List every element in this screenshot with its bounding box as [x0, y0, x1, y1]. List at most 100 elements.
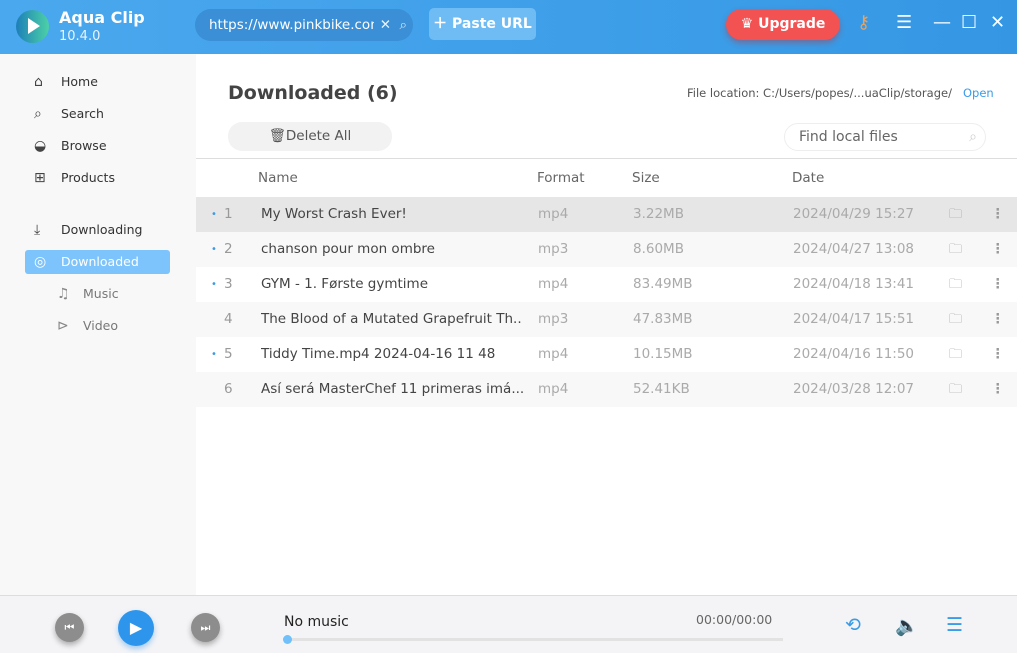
- search-icon[interactable]: ⌕: [969, 124, 977, 150]
- upgrade-button[interactable]: ♛ Upgrade: [726, 9, 840, 40]
- sidebar-item-products[interactable]: ⊞ Products: [25, 166, 170, 190]
- cell-date: 2024/04/16 11:50: [793, 346, 915, 362]
- volume-icon[interactable]: 🔈: [895, 614, 919, 637]
- globe-icon: ◒: [34, 138, 47, 154]
- column-header-format[interactable]: Format: [537, 170, 585, 186]
- nav-label: Products: [61, 170, 115, 185]
- progress-handle[interactable]: [283, 635, 292, 644]
- nav-label: Search: [61, 106, 104, 121]
- folder-icon[interactable]: 🗀: [949, 267, 962, 302]
- table-row[interactable]: • 3 GYM - 1. Første gymtime mp4 83.49MB 2024/…: [196, 267, 1017, 302]
- url-value[interactable]: https://www.pinkbike.com: [209, 9, 374, 41]
- search-icon: ⌕: [34, 106, 42, 122]
- more-icon[interactable]: ⋮: [991, 302, 1005, 337]
- clear-icon[interactable]: ✕: [380, 9, 391, 41]
- repeat-icon[interactable]: ⟲: [845, 614, 861, 636]
- column-header-date[interactable]: Date: [792, 170, 824, 186]
- nav-label: Home: [61, 74, 98, 89]
- url-input[interactable]: https://www.pinkbike.com ✕ ⌕: [195, 9, 413, 41]
- paste-url-button[interactable]: ＋ Paste URL: [429, 8, 536, 40]
- more-icon[interactable]: ⋮: [991, 337, 1005, 372]
- folder-icon[interactable]: 🗀: [949, 372, 962, 407]
- nav-label: Video: [83, 318, 119, 333]
- maximize-icon[interactable]: ☐: [961, 12, 977, 33]
- find-local-files-input[interactable]: Find local files ⌕: [784, 123, 986, 151]
- more-icon[interactable]: ⋮: [991, 232, 1005, 267]
- folder-icon[interactable]: 🗀: [949, 337, 962, 372]
- paste-label: Paste URL: [452, 16, 532, 32]
- nav-label: Downloaded: [61, 254, 139, 269]
- download-icon: ⤓: [34, 222, 41, 238]
- cell-format: mp3: [538, 241, 569, 257]
- cell-date: 2024/04/17 15:51: [793, 311, 915, 327]
- table-row[interactable]: • 5 Tiddy Time.mp4 2024-04-16 11 48 mp4 10.1…: [196, 337, 1017, 372]
- progress-slider[interactable]: [287, 638, 783, 641]
- cell-dot: •: [211, 349, 217, 360]
- more-icon[interactable]: ⋮: [991, 267, 1005, 302]
- cell-size: 3.22MB: [633, 206, 684, 222]
- sidebar-item-downloaded[interactable]: ◎ Downloaded: [25, 250, 170, 274]
- sidebar-item-search[interactable]: ⌕ Search: [25, 102, 170, 126]
- play-circle-icon: ⊳: [57, 318, 69, 334]
- delete-all-button[interactable]: 🗑Delete All: [228, 122, 392, 151]
- key-icon[interactable]: ⚷: [857, 12, 870, 33]
- nav-label: Browse: [61, 138, 107, 153]
- sidebar-item-home[interactable]: ⌂ Home: [25, 70, 170, 94]
- folder-icon[interactable]: 🗀: [949, 197, 962, 232]
- cell-format: mp4: [538, 276, 569, 292]
- sidebar-item-music[interactable]: ♫ Music: [25, 282, 170, 306]
- crown-icon: ♛: [740, 16, 759, 32]
- next-button[interactable]: ⏭: [191, 613, 220, 642]
- delete-all-label: Delete All: [285, 128, 352, 144]
- folder-icon[interactable]: 🗀: [949, 302, 962, 337]
- play-button[interactable]: ▶: [118, 610, 154, 646]
- more-icon[interactable]: ⋮: [991, 372, 1005, 407]
- player-bar: ⏮ ▶ ⏭ No music 00:00/00:00 ⟲ 🔈 ☰: [0, 595, 1017, 653]
- sidebar-item-browse[interactable]: ◒ Browse: [25, 134, 170, 158]
- music-icon: ♫: [57, 286, 70, 302]
- cell-n: 3: [224, 276, 233, 292]
- cell-size: 52.41KB: [633, 381, 690, 397]
- minimize-icon[interactable]: —: [933, 12, 951, 33]
- table-row[interactable]: • 2 chanson pour mon ombre mp3 8.60MB 2024/04…: [196, 232, 1017, 267]
- cell-date: 2024/04/27 13:08: [793, 241, 915, 257]
- nav-label: Music: [83, 286, 119, 301]
- table-row[interactable]: • 1 My Worst Crash Ever! mp4 3.22MB 2024/04/2…: [196, 197, 1017, 232]
- previous-button[interactable]: ⏮: [55, 613, 84, 642]
- cell-date: 2024/04/18 13:41: [793, 276, 915, 292]
- track-time: 00:00/00:00: [696, 612, 773, 627]
- cell-n: 5: [224, 346, 233, 362]
- cell-name: The Blood of a Mutated Grapefruit Th..: [261, 311, 522, 327]
- table-row[interactable]: 4 The Blood of a Mutated Grapefruit Th.. m…: [196, 302, 1017, 337]
- cell-dot: •: [211, 209, 217, 220]
- open-folder-link[interactable]: Open: [963, 86, 994, 100]
- grid-icon: ⊞: [34, 170, 46, 186]
- search-icon[interactable]: ⌕: [399, 9, 407, 41]
- column-header-size[interactable]: Size: [632, 170, 660, 186]
- cell-format: mp3: [538, 311, 569, 327]
- cell-format: mp4: [538, 381, 569, 397]
- home-icon: ⌂: [34, 74, 43, 90]
- menu-icon[interactable]: ☰: [896, 12, 912, 33]
- cell-name: My Worst Crash Ever!: [261, 206, 407, 222]
- trash-icon: 🗑: [268, 128, 286, 144]
- find-placeholder: Find local files: [799, 129, 898, 145]
- cell-n: 6: [224, 381, 233, 397]
- sidebar-item-video[interactable]: ⊳ Video: [25, 314, 170, 338]
- folder-icon[interactable]: 🗀: [949, 232, 962, 267]
- column-header-name[interactable]: Name: [258, 170, 298, 186]
- cell-date: 2024/04/29 15:27: [793, 206, 915, 222]
- playlist-icon[interactable]: ☰: [946, 614, 963, 636]
- app-name: Aqua Clip: [59, 8, 145, 27]
- more-icon[interactable]: ⋮: [991, 197, 1005, 232]
- cell-size: 8.60MB: [633, 241, 684, 257]
- sidebar-item-downloading[interactable]: ⤓ Downloading: [25, 218, 170, 242]
- cell-n: 2: [224, 241, 233, 257]
- close-icon[interactable]: ✕: [990, 12, 1005, 33]
- table-row[interactable]: 6 Así será MasterChef 11 primeras imá... m…: [196, 372, 1017, 407]
- cell-name: GYM - 1. Første gymtime: [261, 276, 429, 292]
- cell-name: Así será MasterChef 11 primeras imá...: [261, 381, 525, 397]
- cell-dot: •: [211, 244, 217, 255]
- cell-format: mp4: [538, 206, 569, 222]
- sidebar: ⌂ Home ⌕ Search ◒ Browse ⊞ Products ⤓ Downloa…: [0, 54, 196, 595]
